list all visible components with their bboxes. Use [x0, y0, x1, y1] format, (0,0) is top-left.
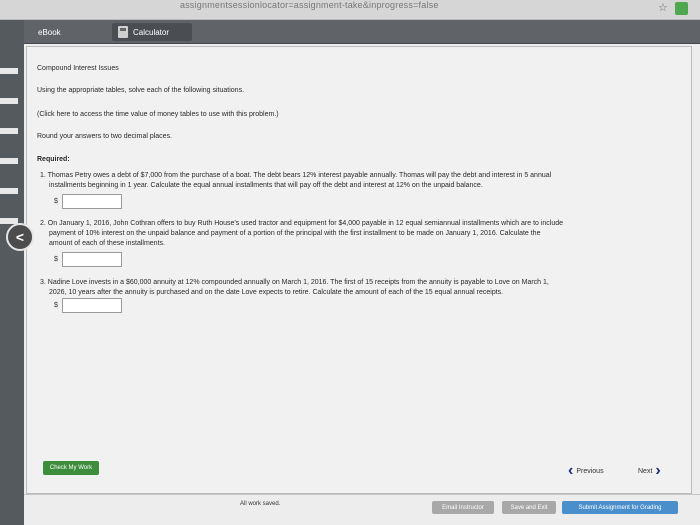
- problem-instructions: Using the appropriate tables, solve each…: [37, 87, 245, 94]
- chevron-left-icon: <: [15, 229, 25, 245]
- save-and-exit-button[interactable]: Save and Exit: [502, 501, 556, 514]
- chevron-right-icon: ›: [655, 462, 661, 479]
- answer-3-input[interactable]: [61, 298, 122, 313]
- question-1-text-line1: 1. Thomas Petry owes a debt of $7,000 fr…: [40, 172, 552, 179]
- currency-symbol: $: [54, 302, 58, 309]
- rounding-note: Round your answers to two decimal places…: [37, 133, 173, 140]
- question-3-text-line2: 2026, 10 years after the annuity is purc…: [49, 289, 504, 296]
- sidebar-marker: [0, 188, 18, 194]
- chevron-left-icon: ‹: [568, 462, 574, 479]
- tab-calculator-label: Calculator: [133, 27, 170, 37]
- currency-symbol: $: [54, 198, 58, 205]
- question-2-text-line1: 2. On January 1, 2016, John Cothran offe…: [40, 220, 564, 227]
- sidebar-marker: [0, 158, 18, 164]
- problem-panel: Compound Interest Issues Using the appro…: [26, 46, 692, 494]
- required-label: Required:: [37, 156, 70, 163]
- sidebar-marker: [0, 128, 18, 134]
- next-button[interactable]: Next ›: [638, 462, 661, 479]
- question-2-text-line2: payment of 10% interest on the unpaid ba…: [49, 230, 541, 237]
- calculator-icon: [118, 26, 128, 38]
- email-instructor-button[interactable]: Email Instructor: [432, 501, 494, 514]
- footer-divider: [24, 494, 700, 495]
- question-2-answer: $: [54, 252, 122, 267]
- sidebar-marker: [0, 68, 18, 74]
- next-label: Next: [638, 467, 653, 475]
- question-2-text-line3: amount of each of these installments.: [49, 240, 165, 247]
- tool-tabbar: eBook Calculator: [24, 20, 700, 44]
- answer-2-input[interactable]: [61, 252, 122, 267]
- address-bar[interactable]: assignmentsessionlocator=assignment-take…: [0, 0, 700, 20]
- question-3-text-line1: 3. Nadine Love invests in a $60,000 annu…: [40, 279, 549, 286]
- previous-button[interactable]: ‹ Previous: [568, 462, 604, 479]
- currency-symbol: $: [54, 256, 58, 263]
- question-1-text-line2: installments beginning in 1 year. Calcul…: [49, 182, 483, 189]
- check-my-work-button[interactable]: Check My Work: [43, 461, 99, 475]
- extension-icon[interactable]: [675, 2, 688, 15]
- tab-ebook[interactable]: eBook: [32, 23, 67, 41]
- left-sidebar: [0, 20, 24, 525]
- bookmark-star-icon[interactable]: ☆: [658, 1, 668, 14]
- back-button[interactable]: <: [6, 223, 34, 251]
- submit-assignment-button[interactable]: Submit Assignment for Grading: [562, 501, 678, 514]
- question-3-answer: $: [54, 298, 122, 313]
- answer-1-input[interactable]: [61, 194, 122, 209]
- tab-calculator[interactable]: Calculator: [112, 23, 192, 41]
- assignment-content: Compound Interest Issues Using the appro…: [24, 44, 700, 525]
- save-status: All work saved.: [240, 501, 281, 507]
- tab-ebook-label: eBook: [38, 27, 61, 37]
- problem-title: Compound Interest Issues: [37, 65, 119, 72]
- url-text: assignmentsessionlocator=assignment-take…: [180, 0, 439, 10]
- question-1-answer: $: [54, 194, 122, 209]
- tables-link[interactable]: (Click here to access the time value of …: [37, 110, 279, 120]
- sidebar-marker: [0, 98, 18, 104]
- previous-label: Previous: [576, 467, 604, 475]
